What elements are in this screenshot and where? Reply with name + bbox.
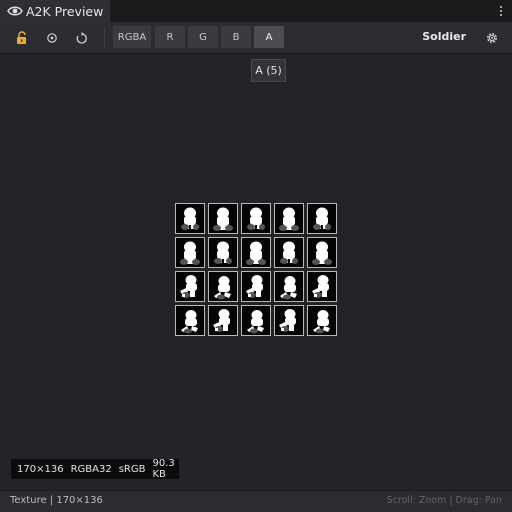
sprite-frame <box>241 271 271 302</box>
sprite-frame <box>208 305 238 336</box>
sprite-frame <box>307 203 337 234</box>
status-controls-hint: Scroll: Zoom | Drag: Pan <box>386 495 502 506</box>
channel-tooltip: A (5) <box>251 59 286 82</box>
gear-icon[interactable] <box>482 28 502 48</box>
channel-rgba-button[interactable]: RGBA <box>113 26 151 48</box>
tab-bar: A2K Preview <box>0 0 512 22</box>
sprite-frame <box>307 237 337 268</box>
target-icon[interactable] <box>42 28 62 48</box>
refresh-icon[interactable] <box>71 28 91 48</box>
texture-info-overlay: 170×136 RGBA32 sRGB 90.3 KB <box>11 458 179 480</box>
sprite-frame <box>208 203 238 234</box>
sprite-frame <box>241 237 271 268</box>
sprite-frame <box>274 271 304 302</box>
toolbar-divider <box>104 27 105 48</box>
texture-size: 90.3 KB <box>152 458 175 480</box>
sprite-frame <box>241 203 271 234</box>
sprite-frame <box>175 237 205 268</box>
sprite-frame <box>274 203 304 234</box>
status-bar: Texture | 170×136 Scroll: Zoom | Drag: P… <box>0 490 512 512</box>
asset-name: Soldier <box>422 30 466 43</box>
channel-a-button[interactable]: A <box>254 26 284 48</box>
sprite-frame <box>175 305 205 336</box>
sprite-frame <box>175 203 205 234</box>
channel-r-button[interactable]: R <box>155 26 185 48</box>
sprite-frame <box>307 305 337 336</box>
sprite-frame <box>307 271 337 302</box>
texture-colorspace: sRGB <box>118 463 146 475</box>
channel-g-button[interactable]: G <box>188 26 218 48</box>
sprite-frame <box>208 271 238 302</box>
sprite-sheet-preview[interactable] <box>175 203 340 339</box>
toolbar: RGBA R G B A Soldier <box>0 22 512 54</box>
status-texture-label: Texture | 170×136 <box>10 495 103 506</box>
lock-open-icon[interactable] <box>12 28 32 48</box>
texture-format: RGBA32 <box>70 463 112 475</box>
texture-dimensions: 170×136 <box>17 463 64 475</box>
sprite-frame <box>208 237 238 268</box>
sprite-frame <box>241 305 271 336</box>
sprite-frame <box>274 305 304 336</box>
tab-title: A2K Preview <box>26 3 104 19</box>
sprite-frame <box>274 237 304 268</box>
sprite-frame <box>175 271 205 302</box>
tab-a2k-preview[interactable]: A2K Preview <box>0 0 110 22</box>
more-options-icon[interactable] <box>494 0 508 22</box>
channel-b-button[interactable]: B <box>221 26 251 48</box>
eye-icon <box>7 6 23 16</box>
